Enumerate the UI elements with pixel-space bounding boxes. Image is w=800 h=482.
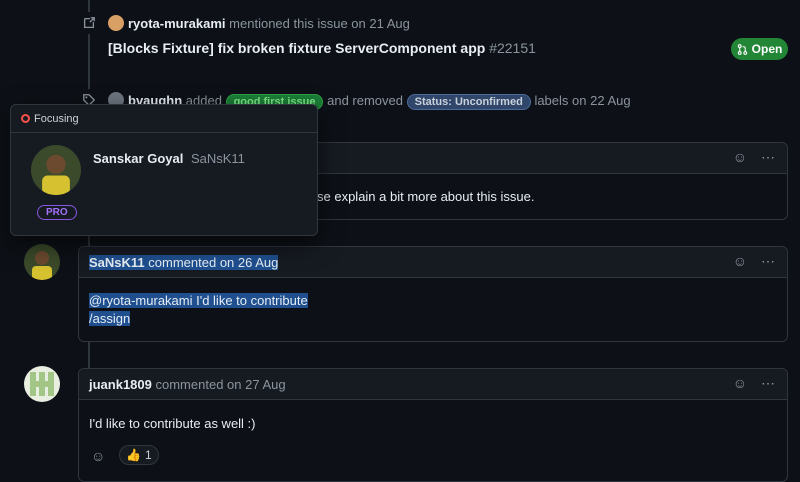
target-icon — [21, 114, 30, 123]
smiley-icon[interactable]: ☺ — [733, 375, 747, 392]
comment-header-text: SaNsK11 commented on 26 Aug — [89, 255, 279, 270]
comment-header: SaNsK11 commented on 26 Aug ☺ ⋯ — [79, 247, 787, 278]
comment-header: juank1809 commented on 27 Aug ☺ ⋯ — [79, 369, 787, 400]
user-hover-card: Focusing Sanskar Goyal SaNsK11 PRO — [10, 104, 318, 236]
juank-avatar[interactable] — [24, 366, 60, 402]
more-icon[interactable]: ⋯ — [761, 375, 775, 392]
open-state-label: Open — [751, 42, 783, 56]
thumbs-up-icon: 👍 — [126, 448, 141, 462]
add-reaction-button[interactable]: ☺ — [91, 448, 105, 464]
comment-body: se explain a bit more about this issue. — [317, 189, 535, 204]
comment-author[interactable]: SaNsK11 — [89, 255, 145, 270]
comment-body-line1: @ryota-murakami I'd like to contribute — [89, 293, 308, 308]
comment-author[interactable]: juank1809 — [89, 377, 152, 392]
mention-reference[interactable]: [Blocks Fixture] fix broken fixture Serv… — [108, 40, 536, 56]
label-suffix: labels on 22 Aug — [534, 93, 631, 108]
smiley-icon[interactable]: ☺ — [733, 253, 747, 270]
comment-header-text: juank1809 commented on 27 Aug — [89, 377, 286, 392]
more-icon[interactable]: ⋯ — [761, 253, 775, 270]
smiley-icon: ☺ — [91, 448, 106, 464]
cross-reference-icon — [78, 12, 100, 34]
comment-actions: ☺ ⋯ — [733, 253, 775, 270]
comment-line1: @ryota-murakami I'd like to contribute — [89, 293, 308, 308]
comment-juank: juank1809 commented on 27 Aug ☺ ⋯ I'd li… — [78, 368, 788, 482]
comment-meta[interactable]: commented on 27 Aug — [156, 377, 286, 392]
comment-actions: ☺ ⋯ — [733, 375, 775, 392]
comment-line2: /assign — [89, 311, 131, 326]
mention-event: ryota-murakami mentioned this issue on 2… — [108, 15, 410, 31]
more-icon[interactable]: ⋯ — [761, 149, 775, 166]
comment-meta[interactable]: commented on 26 Aug — [148, 255, 279, 270]
hover-card-username[interactable]: SaNsK11 — [191, 151, 245, 166]
status-text: Focusing — [34, 113, 79, 125]
comment-actions: ☺ ⋯ — [733, 149, 775, 166]
thumbs-up-reaction[interactable]: 👍 1 — [119, 445, 159, 465]
label-status-unconfirmed[interactable]: Status: Unconfirmed — [406, 94, 531, 110]
mention-action: mentioned this issue on 21 Aug — [229, 16, 410, 31]
reaction-count: 1 — [144, 448, 152, 462]
ryota-avatar[interactable] — [108, 15, 124, 31]
reference-number[interactable]: #22151 — [489, 40, 536, 56]
comment-body-line2: /assign — [89, 311, 131, 326]
smiley-icon[interactable]: ☺ — [733, 149, 747, 166]
hover-card-names: Sanskar Goyal SaNsK11 — [93, 151, 245, 166]
mention-user[interactable]: ryota-murakami — [128, 16, 226, 31]
open-state-badge: Open — [731, 38, 788, 60]
reference-title[interactable]: [Blocks Fixture] fix broken fixture Serv… — [108, 40, 485, 56]
hover-card-avatar[interactable] — [31, 145, 81, 195]
comment-body: I'd like to contribute as well :) — [89, 416, 256, 431]
comment-sansk: SaNsK11 commented on 26 Aug ☺ ⋯ @ryota-m… — [78, 246, 788, 342]
pull-request-icon — [737, 43, 747, 55]
hover-card-name[interactable]: Sanskar Goyal — [93, 151, 183, 166]
sansk-avatar[interactable] — [24, 244, 60, 280]
divider — [11, 132, 317, 133]
label-removed-text: and removed — [327, 93, 403, 108]
pro-badge: PRO — [37, 205, 77, 220]
user-status: Focusing — [21, 113, 79, 125]
